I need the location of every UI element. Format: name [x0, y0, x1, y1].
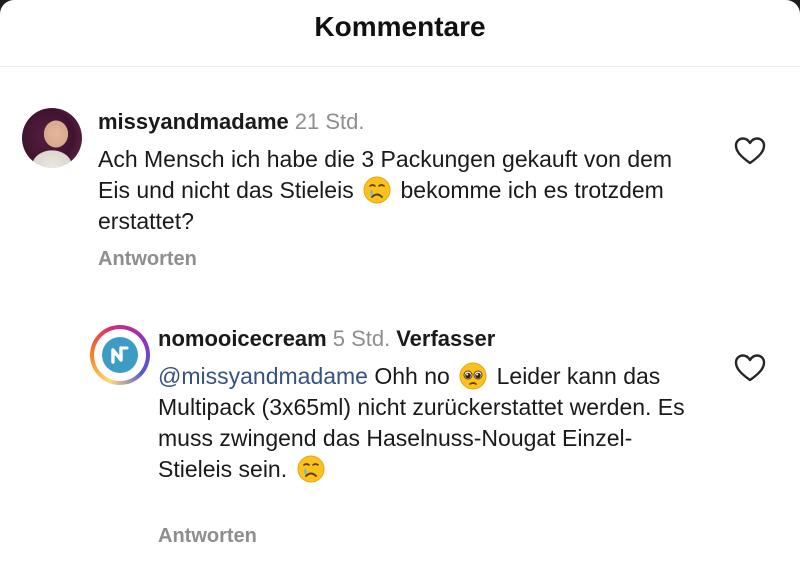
comment-time: 21 Std. [294, 109, 365, 134]
comment-text: @missyandmadame Ohh no Leider kann das M… [158, 361, 698, 485]
comment-username[interactable]: nomooicecream [158, 326, 327, 351]
comment-time: 5 Std. [332, 326, 391, 351]
crying-face-icon [363, 176, 391, 204]
comment-meta: missyandmadame 21 Std. [98, 109, 364, 135]
heart-icon[interactable] [734, 136, 766, 166]
comment-text-part: Ohh no [374, 363, 450, 389]
crying-face-icon [297, 455, 325, 483]
avatar[interactable] [22, 108, 82, 168]
avatar-ring-gap [94, 329, 146, 381]
reply-button[interactable]: Antworten [98, 248, 197, 271]
author-badge: Verfasser [396, 326, 496, 351]
comment-meta: nomooicecream 5 Std. Verfasser [158, 326, 495, 352]
comment-text: Ach Mensch ich habe die 3 Packungen geka… [98, 144, 698, 237]
pleading-face-icon [459, 362, 487, 390]
n-logo-icon [111, 346, 129, 364]
avatar[interactable] [90, 325, 150, 385]
heart-icon[interactable] [734, 353, 766, 383]
reply-button[interactable]: Antworten [158, 525, 257, 548]
comments-header: Kommentare [0, 0, 800, 67]
brand-logo [102, 337, 138, 373]
page-title: Kommentare [314, 11, 486, 42]
comment-username[interactable]: missyandmadame [98, 109, 289, 134]
mention-link[interactable]: @missyandmadame [158, 363, 368, 389]
